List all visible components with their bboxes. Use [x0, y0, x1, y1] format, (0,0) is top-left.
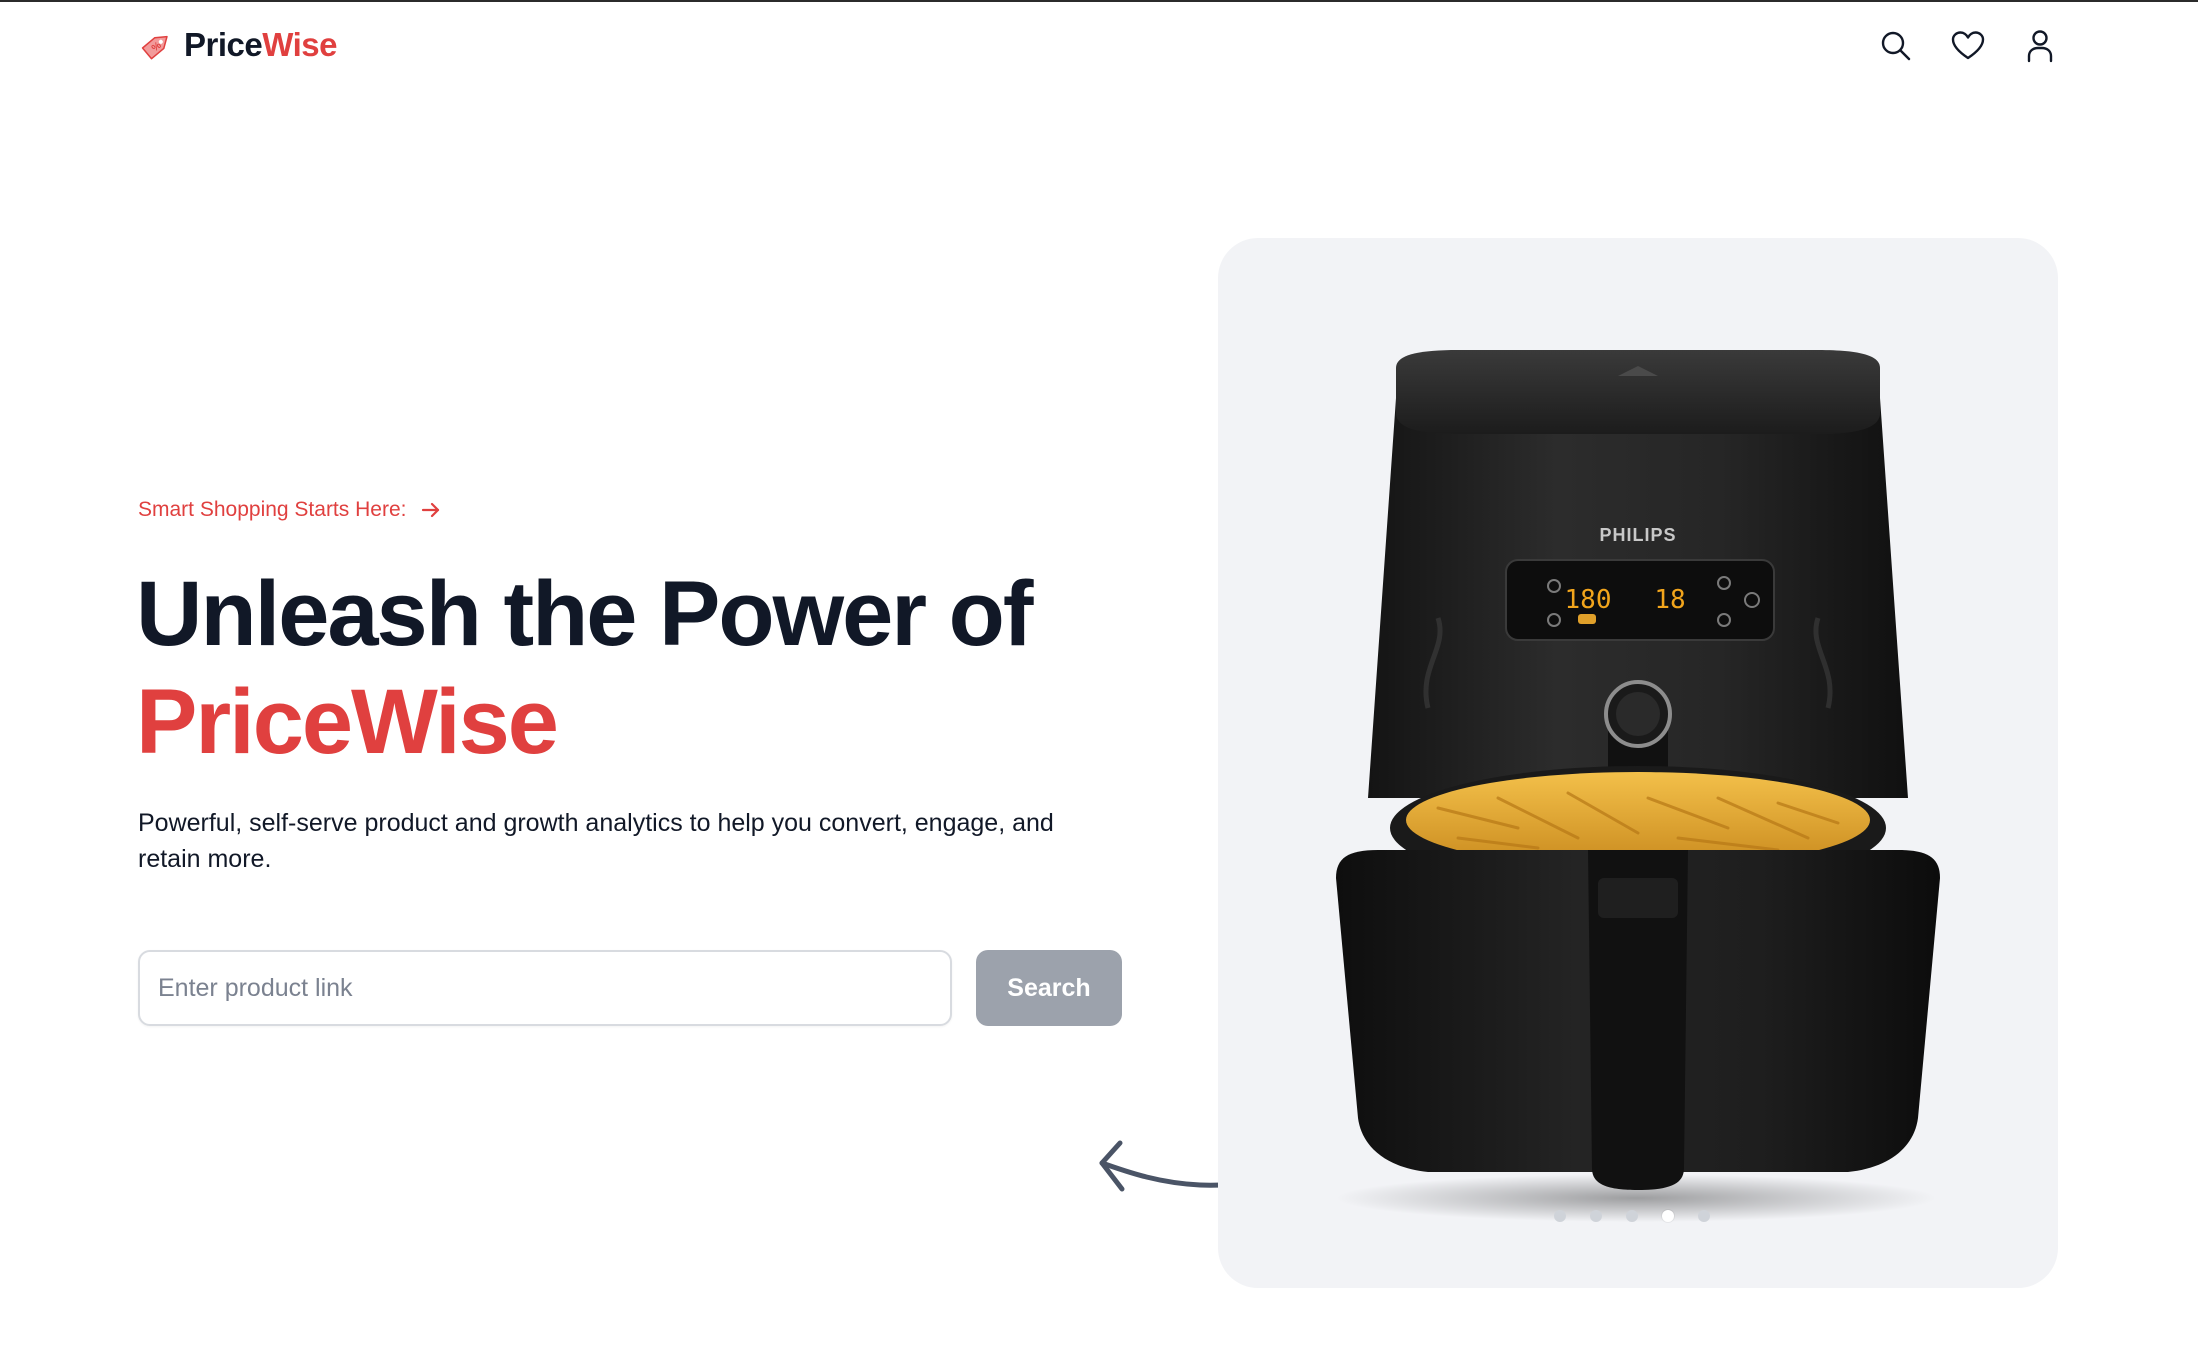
tagline-text: Smart Shopping Starts Here: — [138, 498, 407, 521]
product-carousel: PHILIPS 180 18 — [1218, 238, 2058, 1288]
carousel-dots — [1218, 1210, 2052, 1222]
page: % PriceWise Smart Shopping Starts Here: — [0, 0, 2198, 1358]
display-time: 18 — [1654, 585, 1685, 615]
product-brand-label: PHILIPS — [1599, 525, 1676, 545]
hero-tagline: Smart Shopping Starts Here: — [138, 498, 442, 522]
search-icon[interactable] — [1878, 28, 1914, 64]
heart-icon[interactable] — [1950, 28, 1986, 64]
logo[interactable]: % PriceWise — [138, 26, 337, 64]
carousel-dot[interactable] — [1626, 1210, 1638, 1222]
air-fryer-image: PHILIPS 180 18 — [1336, 350, 1940, 1222]
nav-icons — [1878, 28, 2058, 64]
logo-text: PriceWise — [184, 26, 337, 63]
search-button[interactable]: Search — [976, 950, 1122, 1026]
display-temp: 180 — [1565, 585, 1612, 615]
carousel-dot-active[interactable] — [1662, 1210, 1674, 1222]
headline-brand: PriceWise — [136, 671, 559, 773]
price-tag-icon: % — [141, 35, 168, 60]
user-icon[interactable] — [2022, 28, 2058, 64]
carousel-dot[interactable] — [1590, 1210, 1602, 1222]
headline-line1: Unleash the Power of — [136, 563, 1034, 665]
product-link-input[interactable] — [138, 950, 952, 1026]
hero-headline: Unleash the Power of PriceWise — [136, 560, 1136, 776]
carousel-dot[interactable] — [1698, 1210, 1710, 1222]
hero-description: Powerful, self-serve product and growth … — [138, 809, 1054, 873]
navbar: % PriceWise — [0, 2, 2198, 92]
arrow-right-icon — [422, 502, 440, 518]
carousel-dot[interactable] — [1554, 1210, 1566, 1222]
